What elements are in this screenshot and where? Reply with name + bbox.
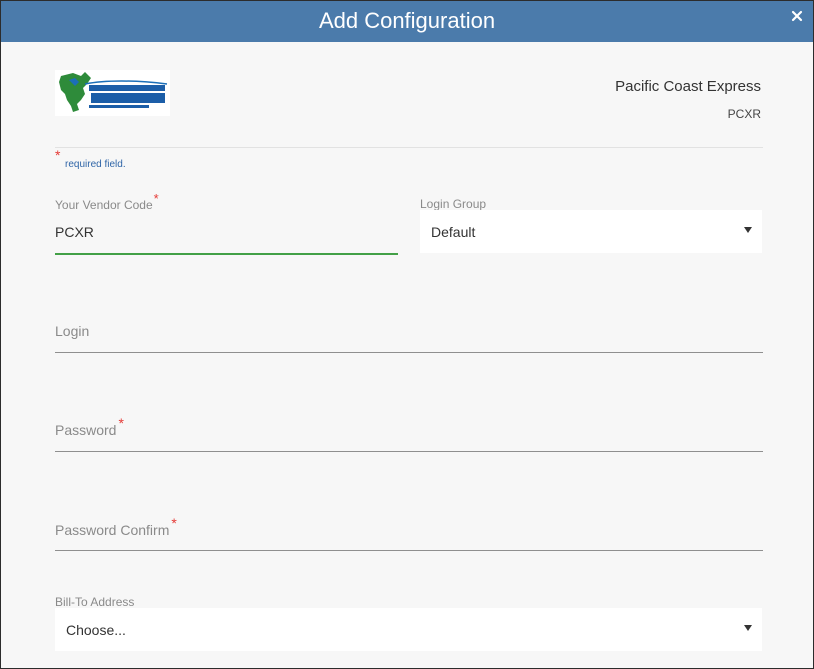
vendor-code-underline: [55, 253, 398, 255]
password-input[interactable]: [55, 417, 763, 443]
login-group-value: Default: [431, 224, 476, 240]
login-group-label: Login Group: [420, 197, 487, 211]
required-asterisk: *: [55, 147, 61, 163]
header-divider: [55, 147, 763, 148]
required-note-text: required field.: [65, 159, 126, 170]
password-confirm-underline: [55, 550, 763, 551]
dropdown-arrow-icon: [744, 227, 752, 233]
required-asterisk: *: [153, 191, 159, 206]
login-group-select[interactable]: Default: [420, 210, 762, 253]
vendor-code-label: Your Vendor Code*: [55, 191, 159, 212]
bill-to-value: Choose...: [66, 622, 126, 638]
vendor-logo: [55, 70, 170, 116]
password-underline: [55, 451, 763, 452]
close-icon[interactable]: [789, 8, 805, 24]
dialog-header: Add Configuration: [1, 1, 813, 42]
vendor-code-label-text: Your Vendor Code: [55, 198, 153, 212]
login-input[interactable]: [55, 319, 763, 345]
add-configuration-dialog: Add Configuration Pacific Coast Express …: [0, 0, 814, 669]
login-underline: [55, 352, 763, 353]
bill-to-label: Bill-To Address: [55, 595, 135, 609]
vendor-name: Pacific Coast Express: [615, 78, 761, 95]
dropdown-arrow-icon: [744, 625, 752, 631]
vendor-code: PCXR: [727, 107, 761, 121]
dialog-title: Add Configuration: [318, 8, 496, 33]
password-confirm-input[interactable]: [55, 517, 763, 543]
bill-to-select[interactable]: Choose...: [55, 608, 762, 651]
vendor-code-input[interactable]: [55, 223, 397, 241]
